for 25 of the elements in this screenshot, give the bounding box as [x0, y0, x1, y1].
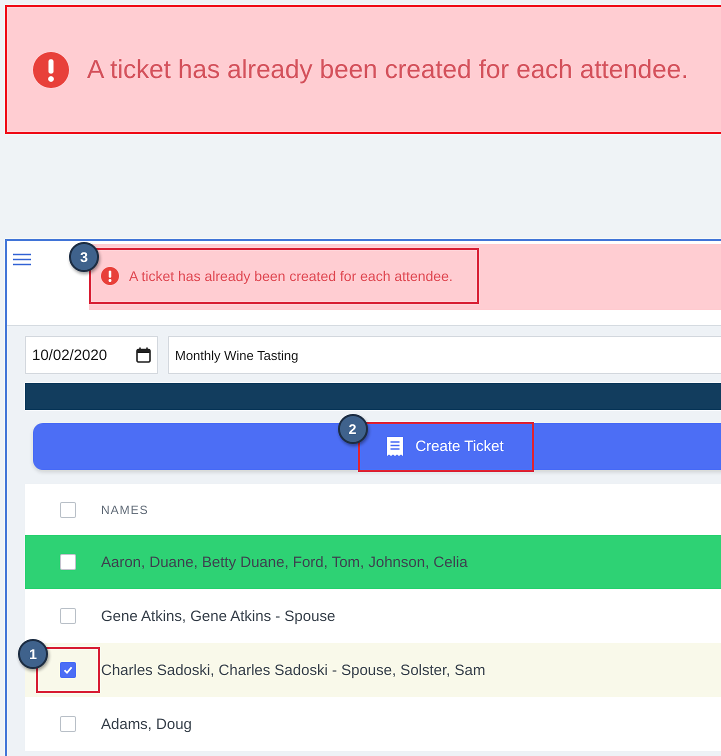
checkbox[interactable]: [60, 554, 76, 570]
toast-message: A ticket has already been created for each attendee.: [129, 268, 453, 284]
attendee-row[interactable]: Aaron, Duane, Betty Duane, Ford, Tom, Johnson, Celia: [25, 535, 721, 589]
ticket-icon: [387, 437, 404, 456]
attendee-row[interactable]: Adams, Doug: [25, 697, 721, 751]
step-badge: 3: [69, 242, 99, 272]
alert-icon: [33, 52, 69, 88]
calendar-icon[interactable]: [136, 347, 151, 363]
checkbox[interactable]: [60, 662, 76, 678]
attendee-names: Adams, Doug: [101, 716, 192, 732]
column-header: NAMES: [101, 502, 149, 516]
step-badge: 1: [18, 639, 48, 669]
checkbox[interactable]: [60, 716, 76, 732]
attendee-names: Aaron, Duane, Betty Duane, Ford, Tom, Johnson, Celia: [101, 554, 468, 570]
event-field[interactable]: Monthly Wine Tasting: [168, 336, 721, 374]
check-icon: [63, 665, 73, 675]
menu-icon[interactable]: [13, 253, 31, 266]
alert-icon: [101, 267, 119, 285]
checkbox[interactable]: [60, 502, 76, 518]
date-field[interactable]: 10/02/2020: [25, 336, 158, 374]
error-message: A ticket has already been created for each attendee.: [87, 54, 688, 85]
attendee-names: Gene Atkins, Gene Atkins - Spouse: [101, 608, 336, 624]
attendee-names: Charles Sadoski, Charles Sadoski - Spouse, Solster, Sam: [101, 662, 486, 678]
checkbox[interactable]: [60, 608, 76, 624]
step-badge: 2: [338, 414, 368, 444]
